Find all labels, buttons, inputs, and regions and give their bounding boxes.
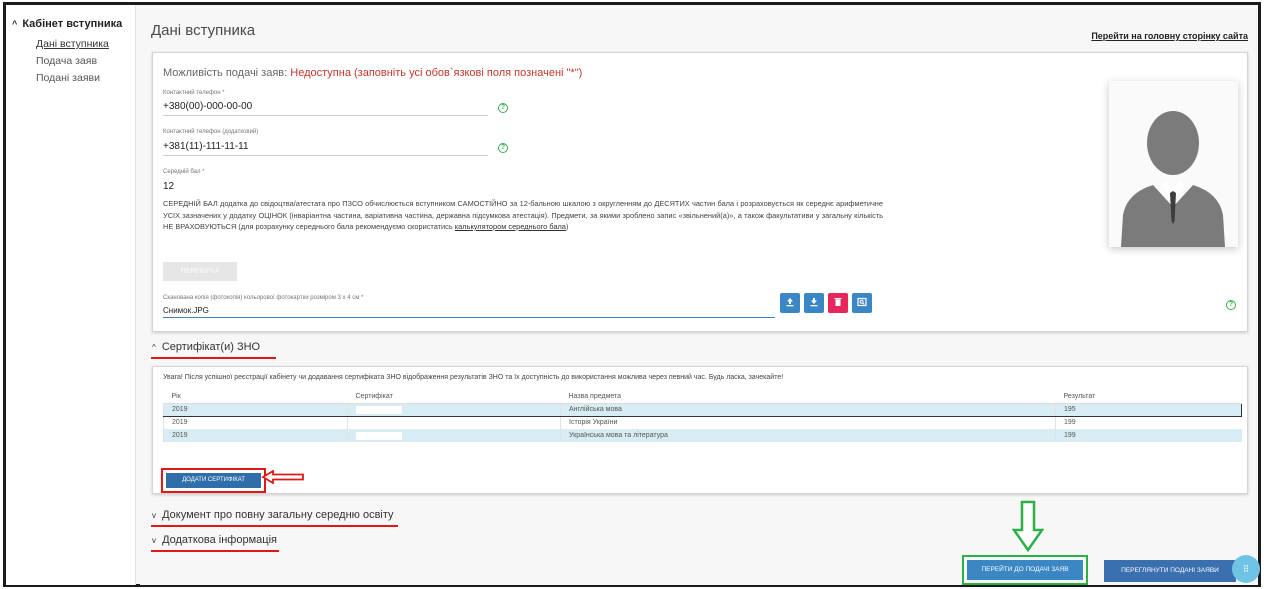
cell-result: 199 xyxy=(1055,429,1242,442)
red-arrow-annotation xyxy=(261,470,304,484)
cell-year: 2019 xyxy=(163,429,348,442)
avg-desc-end: ) xyxy=(565,222,569,231)
table-header: Рік Сертифікат Назва предмета Результат xyxy=(163,390,1242,404)
phone-underline xyxy=(163,115,488,116)
upload-icon xyxy=(786,298,794,307)
cell-year: 2019 xyxy=(163,416,348,429)
page-title: Дані вступника xyxy=(151,22,256,39)
goto-applications-highlight: ПЕРЕЙТИ ДО ПОДАЧІ ЗАЯВ xyxy=(962,555,1088,585)
upload-button[interactable] xyxy=(780,293,800,313)
home-page-link[interactable]: Перейти на головну сторінку сайта xyxy=(1091,31,1248,41)
table-row[interactable]: 2019 Українська мова та література 199 xyxy=(163,429,1242,442)
question-circle-icon[interactable]: ? xyxy=(1226,300,1236,310)
sidebar-header[interactable]: ^ Кабінет вступника xyxy=(12,18,122,30)
download-icon xyxy=(810,298,818,307)
cell-certificate xyxy=(347,429,561,442)
phone-extra-input[interactable]: +381(11)-111-11-11 xyxy=(163,141,249,152)
download-button[interactable] xyxy=(804,293,824,313)
view-button[interactable] xyxy=(852,293,872,313)
certificates-section-toggle[interactable]: ^ Сертифікат(и) ЗНО xyxy=(152,341,260,353)
education-doc-section-title: Документ про повну загальну середню осві… xyxy=(162,509,394,521)
column-header-subject: Назва предмета xyxy=(560,390,1056,404)
certificates-section-title: Сертифікат(и) ЗНО xyxy=(161,341,261,353)
chevron-down-icon: v xyxy=(152,511,156,520)
add-certificate-highlight: ДОДАТИ СЕРТИФІКАТ xyxy=(161,468,266,493)
column-header-year: Рік xyxy=(163,390,348,404)
red-highlight-underline xyxy=(151,525,398,527)
additional-info-section-title: Додаткова інформація xyxy=(162,534,277,546)
chevron-up-icon: ^ xyxy=(152,343,156,352)
photo-file-input[interactable]: Снимок.JPG xyxy=(163,306,209,315)
education-doc-section-toggle[interactable]: v Документ про повну загальну середню ос… xyxy=(152,509,394,521)
column-header-result: Результат xyxy=(1055,390,1242,404)
applicant-data-card: Можливість подачі заяв: Недоступна (запо… xyxy=(152,52,1248,332)
trash-icon xyxy=(834,298,842,307)
certificate-mask xyxy=(356,405,402,414)
view-applications-button[interactable]: ПЕРЕГЛЯНУТИ ПОДАНІ ЗАЯВИ xyxy=(1104,560,1236,582)
main-content: Дані вступника Перейти на головну сторін… xyxy=(140,5,1260,585)
sidebar-item-submit-applications[interactable]: Подача заяв xyxy=(36,55,97,67)
cell-certificate xyxy=(347,402,561,417)
recalc-button[interactable]: ПЕРЕВІРКА xyxy=(163,262,237,281)
cell-certificate xyxy=(347,416,561,429)
certificates-notice: Увага! Після успішної реєстрації кабінет… xyxy=(163,374,784,381)
cell-subject: Українська мова та література xyxy=(560,429,1056,442)
chevron-up-icon: ^ xyxy=(12,19,18,29)
table-row[interactable]: 2019 Історія України 199 xyxy=(163,416,1242,429)
delete-button[interactable] xyxy=(828,293,848,313)
sidebar-item-submitted-applications[interactable]: Подані заяви xyxy=(36,72,100,84)
applicant-photo xyxy=(1109,81,1238,247)
question-circle-icon[interactable]: ? xyxy=(498,103,508,113)
availability-line: Можливість подачі заяв: Недоступна (запо… xyxy=(163,67,582,79)
cell-year: 2019 xyxy=(163,402,348,417)
avg-score-description: СЕРЕДНІЙ БАЛ додатка до свідоцтва/атеста… xyxy=(163,198,883,233)
cell-subject: Англійська мова xyxy=(560,402,1056,417)
certificate-mask xyxy=(356,431,402,440)
cell-subject: Історія України xyxy=(560,416,1056,429)
phone-extra-underline xyxy=(163,155,488,156)
photo-underline xyxy=(163,317,775,318)
additional-info-section-toggle[interactable]: v Додаткова інформація xyxy=(152,534,277,546)
certificate-mask xyxy=(356,418,402,427)
person-silhouette-icon xyxy=(1121,111,1225,247)
phone-label: Контактний телефон * xyxy=(163,90,225,96)
chevron-down-icon: v xyxy=(152,536,156,545)
avg-score-input[interactable]: 12 xyxy=(163,181,174,192)
phone-input[interactable]: +380(00)-000-00-00 xyxy=(163,101,252,112)
availability-label: Можливість подачі заяв: xyxy=(163,67,288,79)
sidebar: ^ Кабінет вступника Дані вступника Подач… xyxy=(6,5,136,585)
view-icon xyxy=(857,298,867,307)
certificates-card: Увага! Після успішної реєстрації кабінет… xyxy=(152,366,1248,494)
sidebar-item-applicant-data[interactable]: Дані вступника xyxy=(36,38,109,50)
goto-applications-button[interactable]: ПЕРЕЙТИ ДО ПОДАЧІ ЗАЯВ xyxy=(967,560,1083,580)
phone-extra-label: Контактний телефон (додатковий) xyxy=(163,129,259,135)
green-arrow-annotation xyxy=(1012,500,1044,552)
question-circle-icon[interactable]: ? xyxy=(498,143,508,153)
photo-label: Сканована копія (фотокопія) кольорової ф… xyxy=(163,295,364,301)
grid-icon[interactable]: ⠿ xyxy=(1232,555,1260,583)
avg-score-label: Середній бал * xyxy=(163,169,205,175)
red-highlight-underline xyxy=(151,357,276,359)
sidebar-header-label: Кабінет вступника xyxy=(22,18,123,30)
red-highlight-underline xyxy=(151,550,279,552)
add-certificate-button[interactable]: ДОДАТИ СЕРТИФІКАТ xyxy=(166,473,261,488)
table-row[interactable]: 2019 Англійська мова 195 xyxy=(163,402,1242,417)
cell-result: 199 xyxy=(1055,416,1242,429)
cell-result: 195 xyxy=(1055,402,1242,417)
availability-status: Недоступна (заповніть усі обов`язкові по… xyxy=(290,67,583,79)
column-header-certificate: Сертифікат xyxy=(347,390,561,404)
certificates-table: Рік Сертифікат Назва предмета Результат … xyxy=(163,390,1242,442)
avg-calculator-link[interactable]: калькулятором середнього бала xyxy=(455,222,566,231)
